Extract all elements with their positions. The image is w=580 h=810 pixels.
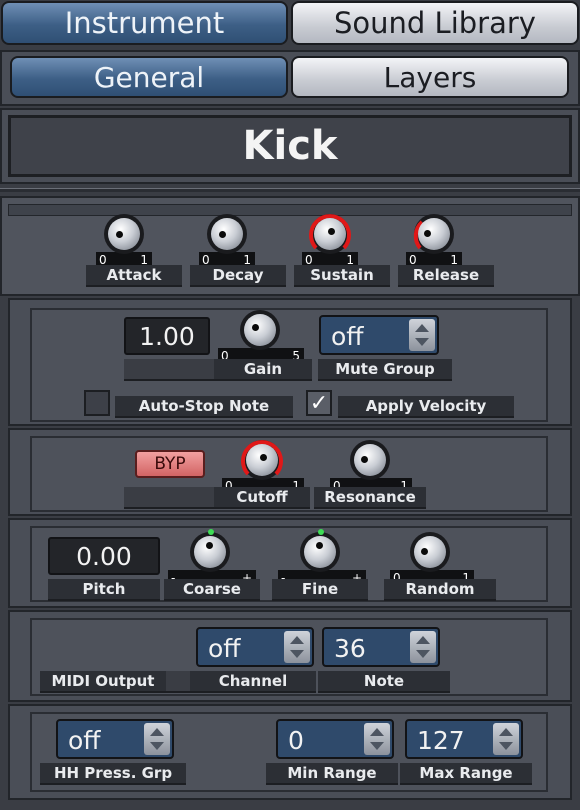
bypass-button[interactable]: BYP	[135, 450, 205, 478]
gain-label: Gain	[214, 359, 312, 381]
max-range-label: Max Range	[400, 763, 532, 785]
tab-general[interactable]: General	[10, 56, 288, 98]
min-range-spinner[interactable]: 0	[276, 719, 394, 759]
auto-stop-checkbox[interactable]	[84, 390, 110, 416]
gain-value-field[interactable]: 1.00	[124, 317, 210, 355]
cutoff-knob[interactable]: 01	[222, 440, 304, 494]
channel-arrows[interactable]	[284, 631, 310, 663]
mute-group-label: Mute Group	[318, 359, 452, 381]
instrument-name: Kick	[242, 123, 338, 169]
note-spinner[interactable]: 36	[322, 627, 440, 667]
tab-sound-library-label: Sound Library	[334, 6, 536, 40]
envelope-header-strip	[8, 204, 572, 216]
note-arrows[interactable]	[410, 631, 436, 663]
note-label: Note	[318, 671, 450, 693]
pitch-value-field[interactable]: 0.00	[48, 537, 160, 575]
tab-layers[interactable]: Layers	[291, 56, 569, 98]
min-range-label: Min Range	[266, 763, 398, 785]
apply-velocity-checkbox[interactable]: ✓	[306, 390, 332, 416]
max-range-spinner[interactable]: 127	[405, 719, 523, 759]
coarse-label: Coarse	[164, 579, 260, 601]
channel-value: off	[208, 634, 241, 663]
tab-instrument[interactable]: Instrument	[1, 1, 288, 45]
max-range-arrows[interactable]	[493, 723, 519, 755]
release-knob[interactable]: 01	[406, 214, 462, 268]
min-range-arrows[interactable]	[364, 723, 390, 755]
tab-sound-library[interactable]: Sound Library	[291, 1, 579, 45]
cutoff-label: Cutoff	[214, 487, 310, 509]
coarse-knob[interactable]: - +	[168, 529, 256, 586]
min-range-value: 0	[288, 726, 304, 755]
decay-knob[interactable]: 01	[199, 214, 255, 268]
pitch-label: Pitch	[48, 579, 160, 601]
hh-press-arrows[interactable]	[144, 723, 170, 755]
filter-label-blank	[124, 487, 216, 509]
resonance-label: Resonance	[314, 487, 426, 509]
apply-velocity-label: Apply Velocity	[338, 396, 514, 418]
channel-label: Channel	[190, 671, 316, 693]
sustain-knob[interactable]: 01	[302, 214, 358, 268]
hh-press-value: off	[68, 726, 101, 755]
fine-knob[interactable]: - +	[278, 529, 366, 586]
mute-group-value: off	[331, 322, 364, 351]
release-label: Release	[398, 265, 494, 287]
gain-knob[interactable]: 05	[218, 310, 304, 364]
decay-label: Decay	[190, 265, 286, 287]
random-label: Random	[384, 579, 496, 601]
channel-spinner[interactable]: off	[196, 627, 314, 667]
note-value: 36	[334, 634, 366, 663]
tab-instrument-label: Instrument	[64, 6, 225, 40]
attack-label: Attack	[86, 265, 182, 287]
gain-label-blank	[124, 359, 216, 381]
auto-stop-label: Auto-Stop Note	[115, 396, 293, 418]
attack-knob[interactable]: 01	[96, 214, 152, 268]
midi-output-label: MIDI Output	[40, 671, 166, 693]
hh-press-label: HH Press. Grp	[40, 763, 186, 785]
resonance-knob[interactable]: 01	[330, 440, 412, 494]
fine-label: Fine	[272, 579, 368, 601]
random-knob[interactable]: 01	[390, 532, 474, 586]
hh-press-spinner[interactable]: off	[56, 719, 174, 759]
sustain-label: Sustain	[294, 265, 390, 287]
mute-group-spinner[interactable]: off	[319, 315, 439, 355]
max-range-value: 127	[417, 726, 465, 755]
tab-general-label: General	[93, 60, 205, 94]
instrument-name-box[interactable]: Kick	[8, 115, 572, 177]
mute-group-arrows[interactable]	[409, 319, 435, 351]
tab-layers-label: Layers	[383, 60, 477, 94]
divider	[0, 188, 580, 192]
